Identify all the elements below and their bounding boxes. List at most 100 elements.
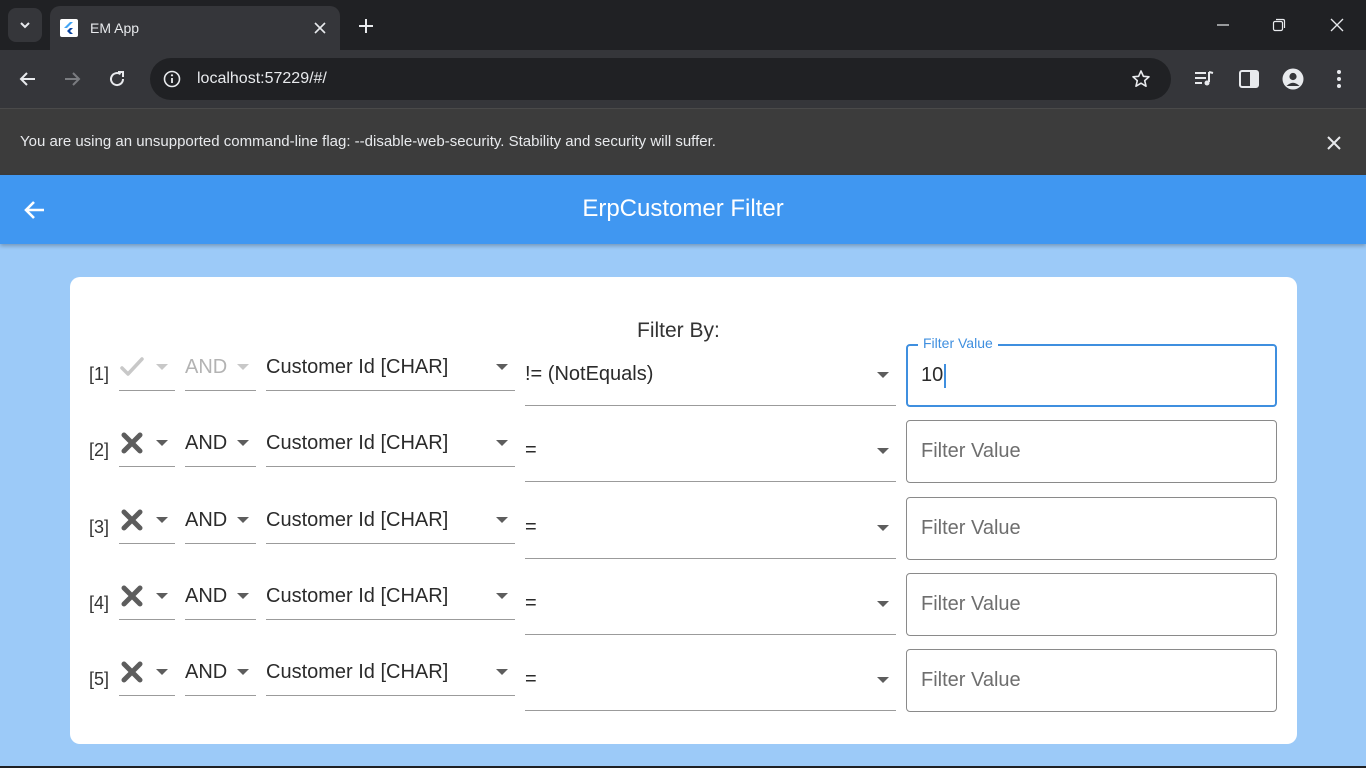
new-tab-icon[interactable] (352, 12, 380, 40)
text-caret (944, 363, 947, 388)
filter-value-field[interactable]: Filter Value (906, 649, 1277, 712)
browser-tab-strip: EM App (0, 0, 1366, 50)
x-mark-icon (119, 430, 145, 456)
field-dropdown[interactable]: Customer Id [CHAR] (266, 344, 515, 391)
filter-value-label: Filter Value (918, 335, 998, 351)
chevron-down-icon (495, 589, 509, 603)
filter-row: [3] AND Customer Id [CHAR] = Filter Value (70, 497, 1297, 560)
filter-row: [2] AND Customer Id [CHAR] = Filter Value (70, 420, 1297, 483)
operator-dropdown[interactable]: = (525, 573, 896, 635)
browser-tab[interactable]: EM App (50, 6, 340, 50)
chevron-down-icon (236, 513, 250, 527)
more-menu-icon[interactable] (1325, 65, 1353, 93)
field-dropdown[interactable]: Customer Id [CHAR] (266, 497, 515, 544)
filter-value-field[interactable]: Filter Value 10 (906, 335, 1277, 407)
enabled-toggle-dropdown[interactable] (119, 420, 175, 467)
field-value: Customer Id [CHAR] (266, 660, 449, 683)
minimize-icon[interactable] (1194, 0, 1252, 50)
side-panel-icon[interactable] (1235, 65, 1263, 93)
infobar-close-icon[interactable] (1322, 131, 1346, 155)
address-bar[interactable]: localhost:57229/#/ (150, 58, 1171, 100)
chevron-down-icon (495, 436, 509, 450)
page-title: ErpCustomer Filter (582, 195, 784, 222)
row-index: [5] (89, 669, 110, 689)
conjunction-dropdown[interactable]: AND (185, 344, 256, 391)
operator-value: = (525, 592, 537, 614)
conjunction-dropdown[interactable]: AND (185, 497, 256, 544)
conjunction-dropdown[interactable]: AND (185, 420, 256, 467)
chevron-down-icon (155, 589, 169, 603)
site-info-icon[interactable] (160, 67, 184, 91)
chevron-down-icon (876, 597, 890, 611)
back-icon[interactable] (12, 63, 44, 95)
forward-icon[interactable] (56, 63, 88, 95)
filter-value-field[interactable]: Filter Value (906, 420, 1277, 483)
app-bar: ErpCustomer Filter (0, 175, 1366, 244)
field-dropdown[interactable]: Customer Id [CHAR] (266, 573, 515, 620)
filter-row: [5] AND Customer Id [CHAR] = Filter Value (70, 649, 1297, 712)
chevron-down-icon (495, 360, 509, 374)
filter-row: [1] AND Customer Id [CHAR] != (NotEquals) Fi… (70, 335, 1297, 407)
operator-dropdown[interactable]: = (525, 420, 896, 482)
conjunction-value: AND (185, 584, 228, 607)
chevron-down-icon (155, 513, 169, 527)
chevron-down-icon (495, 665, 509, 679)
profile-avatar-icon[interactable] (1279, 65, 1307, 93)
filter-value-placeholder: Filter Value (921, 669, 1021, 691)
operator-dropdown[interactable]: = (525, 497, 896, 559)
row-index: [4] (89, 593, 110, 613)
operator-value: = (525, 439, 537, 461)
field-dropdown[interactable]: Customer Id [CHAR] (266, 420, 515, 467)
field-dropdown[interactable]: Customer Id [CHAR] (266, 649, 515, 696)
filter-heading: Filter By: (637, 319, 720, 342)
conjunction-value: AND (185, 660, 228, 683)
x-mark-icon (119, 659, 145, 685)
operator-dropdown[interactable]: != (NotEquals) (525, 344, 896, 406)
operator-value: != (NotEquals) (525, 363, 654, 385)
enabled-toggle-dropdown[interactable] (119, 573, 175, 620)
browser-toolbar: localhost:57229/#/ (0, 50, 1366, 108)
warning-infobar: You are using an unsupported command-lin… (0, 108, 1366, 175)
restore-icon[interactable] (1250, 0, 1308, 50)
filter-value-field[interactable]: Filter Value (906, 497, 1277, 560)
x-mark-icon (119, 583, 145, 609)
filter-value-text: 10 (921, 364, 944, 386)
url-text: localhost:57229/#/ (197, 70, 327, 87)
tab-search-button[interactable] (8, 8, 42, 42)
flutter-icon (60, 19, 78, 37)
enabled-toggle-dropdown[interactable] (119, 497, 175, 544)
tab-title: EM App (90, 20, 140, 36)
chevron-down-icon (236, 665, 250, 679)
tab-close-icon[interactable] (308, 16, 332, 40)
row-index: [2] (89, 440, 110, 460)
media-playlist-icon[interactable] (1190, 65, 1218, 93)
conjunction-dropdown[interactable]: AND (185, 573, 256, 620)
operator-dropdown[interactable]: = (525, 649, 896, 711)
field-value: Customer Id [CHAR] (266, 355, 449, 378)
field-value: Customer Id [CHAR] (266, 431, 449, 454)
field-value: Customer Id [CHAR] (266, 508, 449, 531)
chevron-down-icon (236, 589, 250, 603)
close-window-icon[interactable] (1308, 0, 1366, 50)
infobar-message: You are using an unsupported command-lin… (20, 133, 716, 150)
chevron-down-icon (155, 436, 169, 450)
conjunction-value: AND (185, 508, 228, 531)
operator-value: = (525, 668, 537, 690)
filter-value-placeholder: Filter Value (921, 440, 1021, 462)
conjunction-value: AND (185, 355, 228, 378)
enabled-toggle-dropdown[interactable] (119, 344, 175, 391)
chevron-down-icon (155, 360, 169, 374)
filter-value-field[interactable]: Filter Value (906, 573, 1277, 636)
conjunction-dropdown[interactable]: AND (185, 649, 256, 696)
chevron-down-icon (876, 444, 890, 458)
enabled-toggle-dropdown[interactable] (119, 649, 175, 696)
chevron-down-icon (495, 513, 509, 527)
app-viewport: ErpCustomer Filter Filter By: [1] AND Cust… (0, 175, 1366, 768)
reload-icon[interactable] (101, 63, 133, 95)
filter-value-placeholder: Filter Value (921, 517, 1021, 539)
chevron-down-icon (236, 436, 250, 450)
row-index: [3] (89, 517, 110, 537)
bookmark-star-icon[interactable] (1127, 65, 1155, 93)
filter-row: [4] AND Customer Id [CHAR] = Filter Value (70, 573, 1297, 636)
filter-value-placeholder: Filter Value (921, 593, 1021, 615)
